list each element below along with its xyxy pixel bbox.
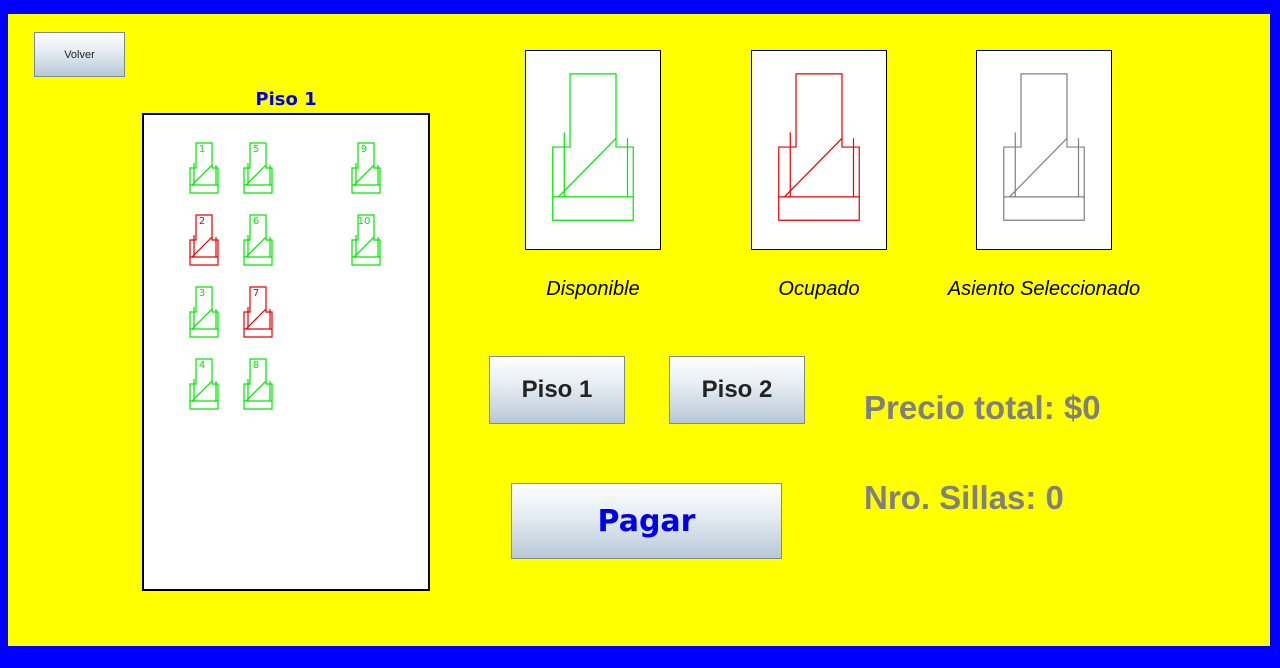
seat-4[interactable]: 4 [188,357,220,413]
legend-available-label: Disponible [546,278,640,300]
seat-number: 8 [252,360,260,371]
seat-map: 1 2 3 4 5 6 7 8 9 10 [142,113,430,591]
seat-9[interactable]: 9 [350,141,382,197]
floor-2-button[interactable]: Piso 2 [669,356,805,424]
seat-6[interactable]: 6 [242,213,274,269]
main-panel: Volver Piso 1 1 2 3 4 5 6 7 8 9 10 Dispo… [8,14,1270,646]
seat-2[interactable]: 2 [188,213,220,269]
seat-5[interactable]: 5 [242,141,274,197]
seat-3[interactable]: 3 [188,285,220,341]
seat-number: 5 [252,144,260,155]
legend-occupied-icon [751,50,887,250]
legend-available-icon [525,50,661,250]
seat-1[interactable]: 1 [188,141,220,197]
seat-number: 3 [198,288,206,299]
seat-8[interactable]: 8 [242,357,274,413]
seat-number: 10 [357,216,371,227]
seat-number: 6 [252,216,260,227]
seat-number: 4 [198,360,206,371]
total-price: Precio total: $0 [864,389,1101,426]
seat-7[interactable]: 7 [242,285,274,341]
legend-selected-icon [976,50,1112,250]
floor-1-button[interactable]: Piso 1 [489,356,625,424]
seat-number: 1 [198,144,206,155]
legend-selected-label: Asiento Seleccionado [947,278,1141,300]
seat-number: 7 [252,288,260,299]
seat-10[interactable]: 10 [350,213,382,269]
floor-title: Piso 1 [255,89,317,110]
seat-number: 9 [360,144,368,155]
back-button[interactable]: Volver [34,32,125,77]
seat-count: Nro. Sillas: 0 [864,479,1064,516]
legend-occupied-label: Ocupado [778,278,860,300]
pay-button[interactable]: Pagar [511,483,782,559]
seat-number: 2 [198,216,206,227]
